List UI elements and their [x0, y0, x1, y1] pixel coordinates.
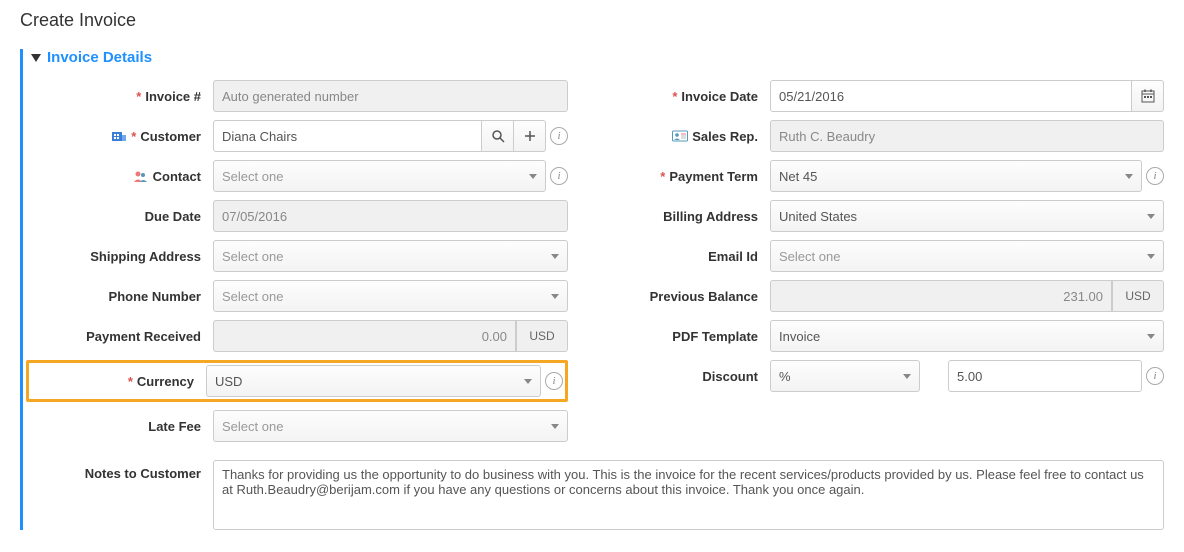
page-title: Create Invoice [20, 10, 1164, 31]
caret-down-icon [551, 424, 559, 429]
currency-select[interactable]: USD [206, 365, 541, 397]
required-marker: * [136, 89, 141, 104]
required-marker: * [131, 129, 136, 144]
chevron-down-icon [31, 54, 41, 62]
billing-address-select[interactable]: United States [770, 200, 1164, 232]
payment-received-field: 0.00 [213, 320, 516, 352]
shipping-address-select[interactable]: Select one [213, 240, 568, 272]
search-icon [491, 129, 505, 143]
building-icon [111, 130, 127, 142]
info-icon[interactable]: i [1146, 167, 1164, 185]
label-email-id: Email Id [708, 249, 758, 264]
label-currency: Currency [137, 374, 194, 389]
label-previous-balance: Previous Balance [650, 289, 758, 304]
currency-row-highlight: * Currency USD i [26, 360, 568, 402]
late-fee-select[interactable]: Select one [213, 410, 568, 442]
required-marker: * [128, 374, 133, 389]
customer-search-button[interactable] [482, 120, 514, 152]
info-icon[interactable]: i [550, 127, 568, 145]
calendar-icon [1141, 89, 1155, 103]
invoice-date-input[interactable] [770, 80, 1132, 112]
caret-down-icon [524, 379, 532, 384]
label-payment-term: Payment Term [669, 169, 758, 184]
caret-down-icon [1147, 334, 1155, 339]
info-icon[interactable]: i [550, 167, 568, 185]
label-due-date: Due Date [145, 209, 201, 224]
caret-down-icon [1147, 254, 1155, 259]
caret-down-icon [529, 174, 537, 179]
invoice-number-field: Auto generated number [213, 80, 568, 112]
caret-down-icon [1125, 174, 1133, 179]
discount-value-input[interactable] [948, 360, 1142, 392]
label-discount: Discount [702, 369, 758, 384]
previous-balance-unit: USD [1112, 280, 1164, 312]
label-customer: Customer [140, 129, 201, 144]
label-shipping-address: Shipping Address [90, 249, 201, 264]
payment-term-select[interactable]: Net 45 [770, 160, 1142, 192]
contact-select[interactable]: Select one [213, 160, 546, 192]
caret-down-icon [903, 374, 911, 379]
label-invoice-date: Invoice Date [681, 89, 758, 104]
sales-rep-field: Ruth C. Beaudry [770, 120, 1164, 152]
info-icon[interactable]: i [545, 372, 563, 390]
discount-type-select[interactable]: % [770, 360, 920, 392]
label-phone-number: Phone Number [109, 289, 201, 304]
notes-textarea[interactable] [213, 460, 1164, 530]
invoice-date-picker-button[interactable] [1132, 80, 1164, 112]
payment-received-unit: USD [516, 320, 568, 352]
customer-input[interactable] [213, 120, 482, 152]
people-icon [133, 170, 149, 182]
label-contact: Contact [153, 169, 201, 184]
due-date-field: 07/05/2016 [213, 200, 568, 232]
info-icon[interactable]: i [1146, 367, 1164, 385]
id-card-icon [672, 130, 688, 142]
phone-number-select[interactable]: Select one [213, 280, 568, 312]
label-notes: Notes to Customer [85, 466, 201, 481]
label-payment-received: Payment Received [86, 329, 201, 344]
label-billing-address: Billing Address [663, 209, 758, 224]
section-toggle[interactable]: Invoice Details [31, 49, 1164, 66]
label-pdf-template: PDF Template [672, 329, 758, 344]
label-invoice-no: Invoice # [145, 89, 201, 104]
customer-add-button[interactable] [514, 120, 546, 152]
email-id-select[interactable]: Select one [770, 240, 1164, 272]
caret-down-icon [551, 254, 559, 259]
section-title: Invoice Details [47, 49, 152, 66]
label-late-fee: Late Fee [148, 419, 201, 434]
required-marker: * [672, 89, 677, 104]
caret-down-icon [1147, 214, 1155, 219]
required-marker: * [660, 169, 665, 184]
pdf-template-select[interactable]: Invoice [770, 320, 1164, 352]
plus-icon [524, 130, 536, 142]
previous-balance-field: 231.00 [770, 280, 1112, 312]
label-sales-rep: Sales Rep. [692, 129, 758, 144]
caret-down-icon [551, 294, 559, 299]
